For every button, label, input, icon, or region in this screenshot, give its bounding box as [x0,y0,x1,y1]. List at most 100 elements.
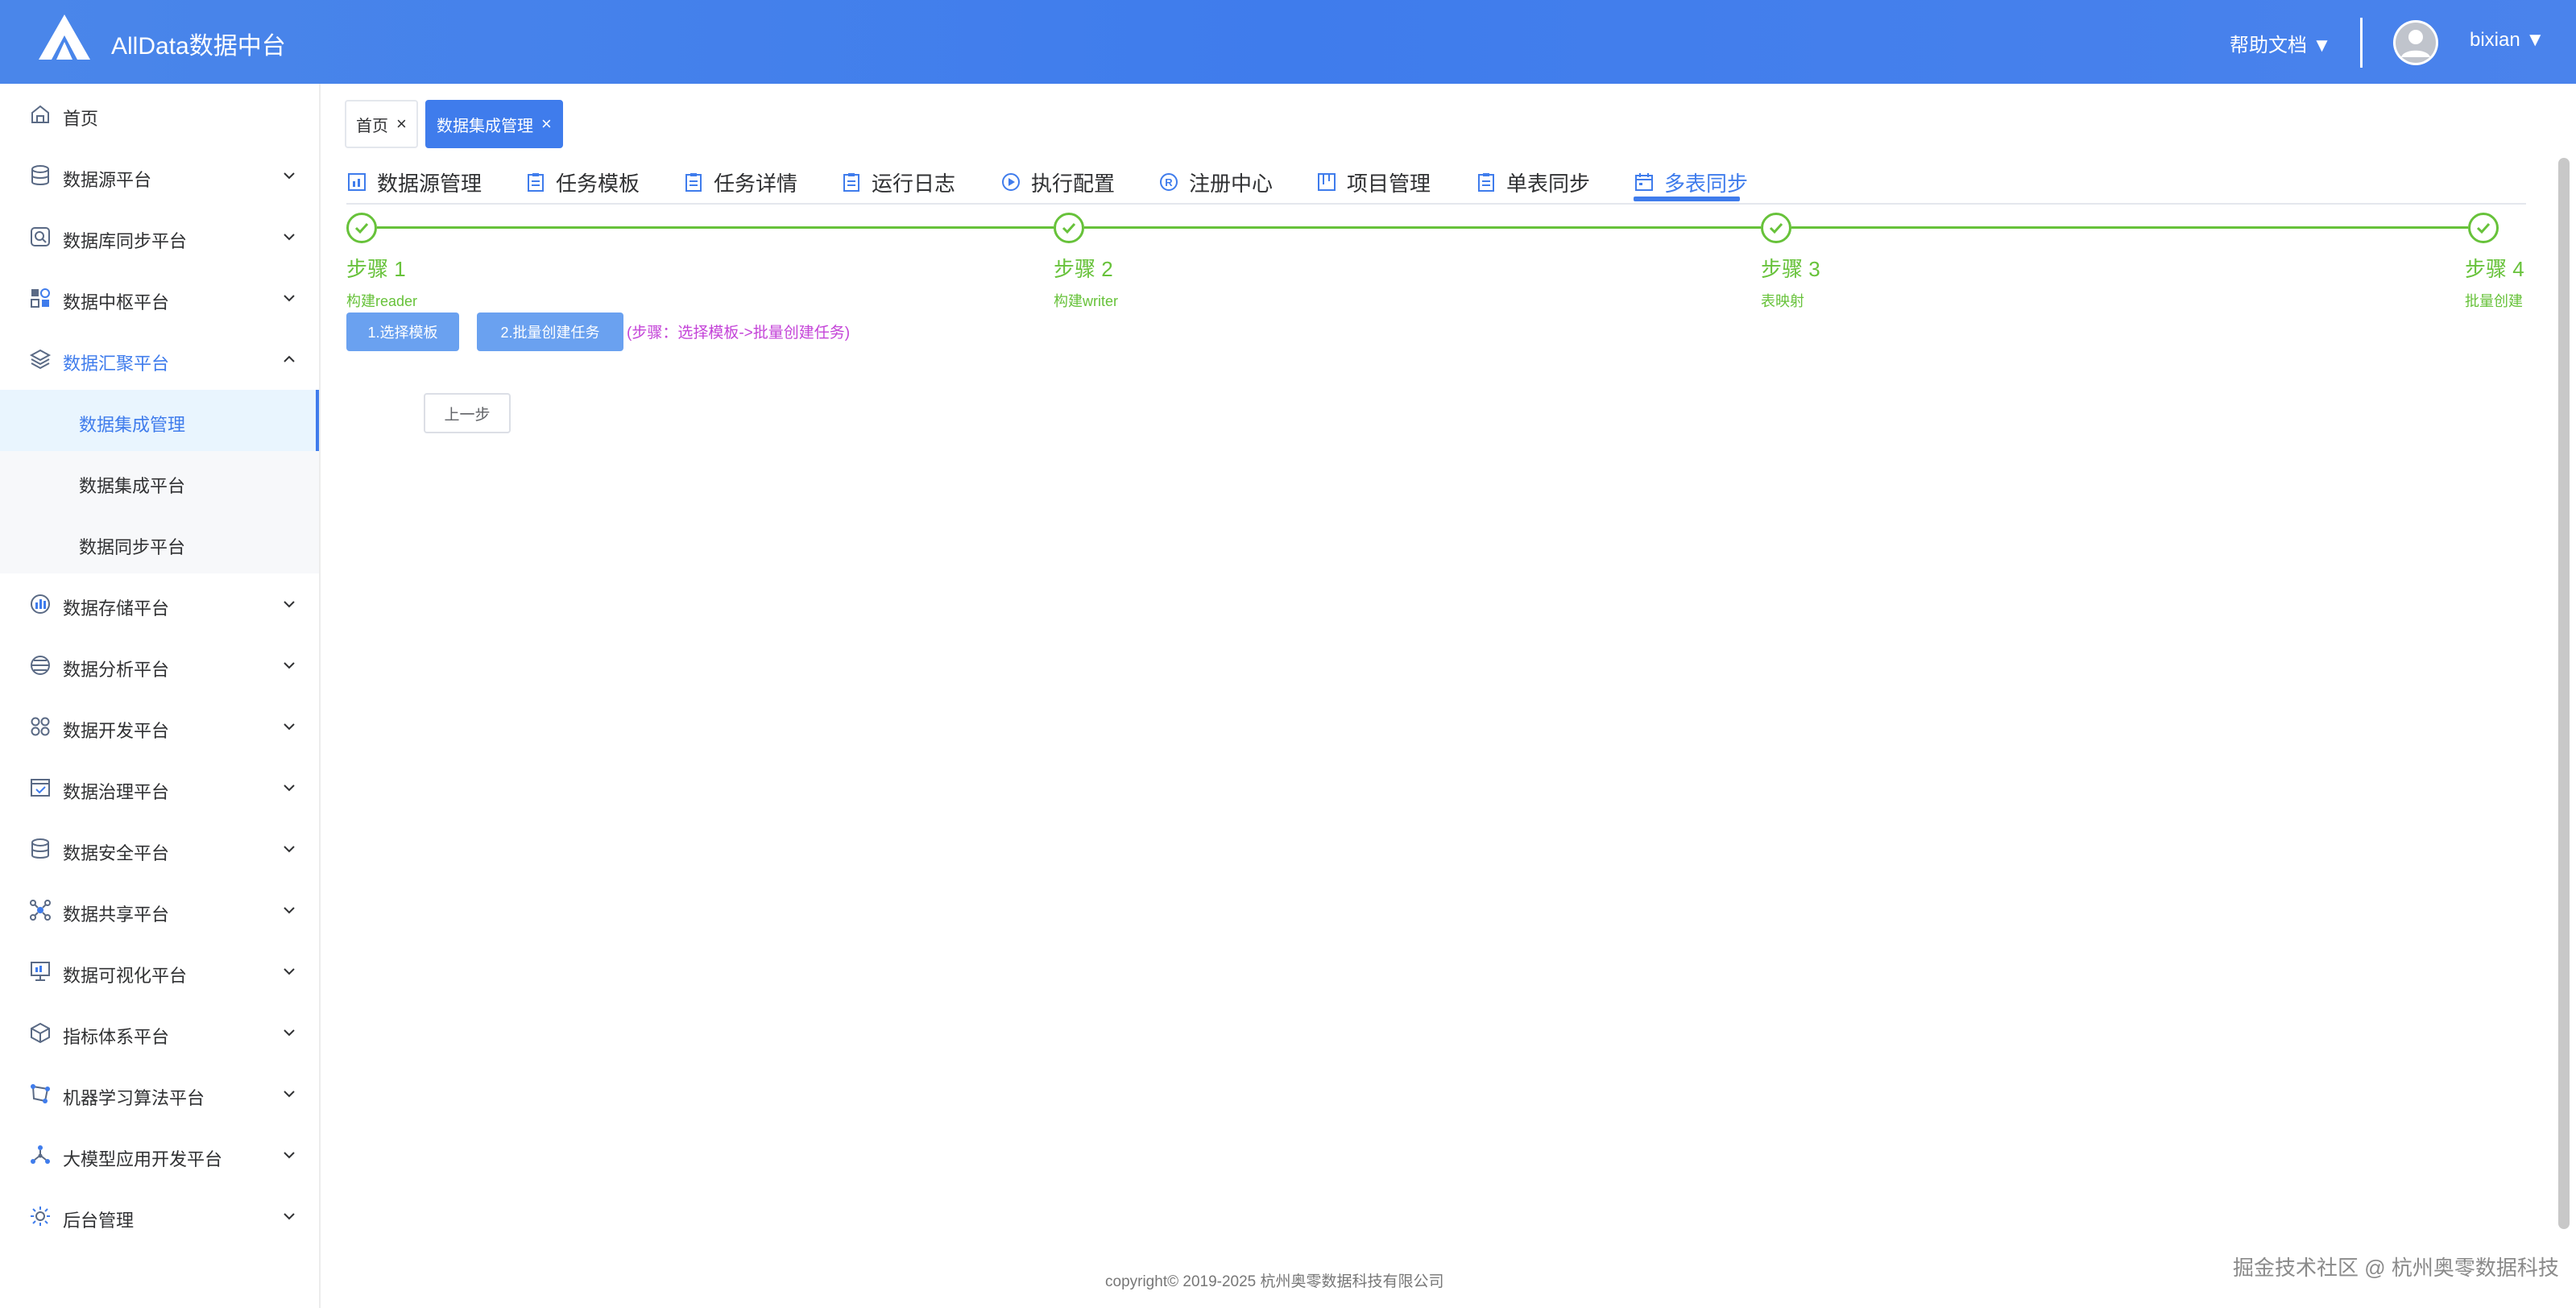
close-icon[interactable]: × [396,114,407,135]
sidebar-item-governance[interactable]: 数据治理平台 [0,757,319,818]
chevron-down-icon [284,601,295,608]
sidebar-item-label: 数据汇聚平台 [63,354,170,374]
step-3-check-icon [1761,213,1791,243]
sidebar-item-llm-dev[interactable]: 大模型应用开发平台 [0,1124,319,1186]
sidebar-item-data-hub[interactable]: 数据中枢平台 [0,267,319,329]
step-2-check-icon [1054,213,1084,243]
step-1-title: 步骤 1 [346,257,406,281]
sidebar-item-db-sync[interactable]: 数据库同步平台 [0,206,319,267]
sidebar-item-label: 数据安全平台 [63,843,170,863]
alldata-logo-icon [39,14,90,60]
sidebar-item-label: 数据开发平台 [63,721,170,741]
watermark: 掘金技术社区 @ 杭州奥零数据科技 [2233,1256,2559,1280]
chevron-down-icon [284,1213,295,1220]
chevron-down-icon [284,234,295,241]
kanban-icon [1318,173,1336,191]
tab-datasource-management[interactable]: 数据源管理 [346,161,482,203]
sidebar-item-label: 大模型应用开发平台 [63,1149,223,1169]
sidebar: 首页 数据源平台 数据库同步平台 数据中枢平台 数据汇聚平台 数据集成管理 数据… [0,84,321,1308]
hub-icon [31,288,50,308]
step-connector [1084,226,1761,229]
sidebar-item-label: 机器学习算法平台 [63,1088,205,1108]
step-connector [1791,226,2468,229]
tab-execution-config[interactable]: 执行配置 [1000,161,1115,203]
chart-doc-icon [348,173,366,191]
tab-label: 注册中心 [1189,171,1274,196]
chevron-down-icon [284,907,295,914]
sidebar-item-datasource[interactable]: 数据源平台 [0,145,319,206]
security-icon [31,838,49,859]
step-3-desc: 表映射 [1761,293,1804,309]
avatar-icon[interactable] [2392,19,2439,66]
tab-project-management[interactable]: 项目管理 [1316,161,1431,203]
tag-integration-management[interactable]: 数据集成管理 × [425,100,563,148]
select-template-button[interactable]: 1.选择模板 [346,313,459,351]
user-menu-dropdown[interactable]: bixian ▼ [2470,29,2545,52]
close-icon[interactable]: × [541,114,552,135]
tab-task-detail[interactable]: 任务详情 [683,161,797,203]
storage-icon [31,594,50,614]
sidebar-item-label: 指标体系平台 [63,1027,170,1047]
submenu-item-integration-management[interactable]: 数据集成管理 [0,390,319,451]
sidebar-item-machine-learning[interactable]: 机器学习算法平台 [0,1063,319,1124]
chevron-down-icon [284,295,295,302]
sidebar-item-storage[interactable]: 数据存储平台 [0,573,319,635]
vertical-scrollbar[interactable] [2558,158,2570,1229]
step-2-title: 步骤 2 [1054,257,1113,281]
step-1-check-icon [346,213,377,243]
sidebar-item-security[interactable]: 数据安全平台 [0,818,319,880]
prev-step-button[interactable]: 上一步 [424,393,511,433]
submenu-item-label: 数据集成管理 [79,415,186,435]
share-icon [30,900,51,921]
chevron-down-icon [284,846,295,853]
sidebar-item-label: 数据源平台 [63,170,152,190]
tabs-divider [346,203,2526,205]
tag-home[interactable]: 首页 × [345,100,418,148]
sidebar-item-development[interactable]: 数据开发平台 [0,696,319,757]
sidebar-item-home[interactable]: 首页 [0,84,319,145]
admin-icon [31,1207,50,1226]
app-title: AllData数据中台 [111,33,286,60]
dev-icon [31,717,50,736]
sidebar-item-label: 数据治理平台 [63,782,170,802]
analysis-icon [31,656,50,675]
copyright-footer: copyright© 2019-2025 杭州奥零数据科技有限公司 [1105,1273,1444,1290]
sidebar-item-label: 首页 [63,109,99,129]
sidebar-item-label: 数据库同步平台 [63,231,188,251]
sidebar-item-admin[interactable]: 后台管理 [0,1186,319,1247]
sidebar-item-metrics[interactable]: 指标体系平台 [0,1002,319,1063]
sidebar-item-share[interactable]: 数据共享平台 [0,880,319,941]
sidebar-item-label: 数据存储平台 [63,598,170,619]
tab-label: 任务模板 [556,171,640,196]
submenu-item-label: 数据集成平台 [79,476,186,496]
sidebar-item-visualization[interactable]: 数据可视化平台 [0,941,319,1002]
chevron-down-icon [284,1091,295,1098]
chevron-down-icon [284,723,295,731]
chevron-down-icon [284,1029,295,1037]
tab-single-table-sync[interactable]: 单表同步 [1476,161,1590,203]
chevron-down-icon [284,968,295,975]
sidebar-item-label: 数据可视化平台 [63,966,188,986]
step-connector [377,226,1054,229]
sidebar-item-analysis[interactable]: 数据分析平台 [0,635,319,696]
submenu-item-sync-platform[interactable]: 数据同步平台 [0,512,319,573]
tag-label: 首页 [356,117,388,135]
batch-create-button[interactable]: 2.批量创建任务 [477,313,623,351]
layers-icon [29,349,52,370]
tag-label: 数据集成管理 [437,117,533,135]
header-divider [2360,18,2363,68]
sidebar-item-label: 数据中枢平台 [63,292,170,313]
tab-registry-center[interactable]: R 注册中心 [1158,161,1273,203]
sidebar-item-data-aggregation[interactable]: 数据汇聚平台 [0,329,319,390]
chevron-up-icon [284,355,295,362]
help-docs-dropdown[interactable]: 帮助文档 ▼ [2230,29,2331,57]
calendar-icon [1635,173,1653,191]
tab-run-log[interactable]: 运行日志 [841,161,955,203]
submenu-item-integration-platform[interactable]: 数据集成平台 [0,451,319,512]
tab-task-template[interactable]: 任务模板 [525,161,640,203]
ml-icon [31,1084,50,1103]
top-header: AllData数据中台 帮助文档 ▼ bixian ▼ [0,0,2576,84]
registered-icon: R [1160,173,1178,191]
submenu-item-label: 数据同步平台 [79,537,186,557]
clipboard-icon [1478,173,1494,192]
